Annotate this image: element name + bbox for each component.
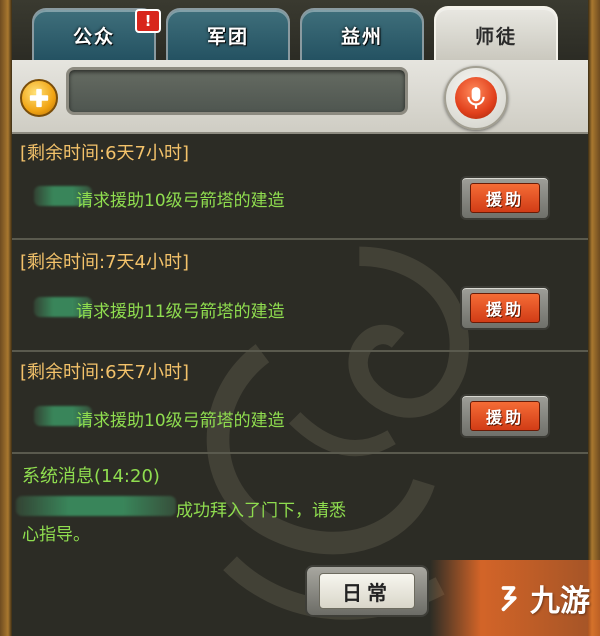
daily-button-label: 日常 <box>319 573 415 609</box>
tab-legion[interactable]: 军团 <box>166 8 290 60</box>
chat-input[interactable] <box>66 67 408 115</box>
system-message-text: 成功拜入了门下，请悉 <box>176 501 346 521</box>
watermark-logo: 九游 <box>430 560 600 636</box>
request-text: 请求援助10级弓箭塔的建造 <box>76 191 285 211</box>
add-button[interactable] <box>20 79 58 117</box>
request-text: 请求援助10级弓箭塔的建造 <box>76 411 285 431</box>
request-text: 请求援助11级弓箭塔的建造 <box>76 302 285 322</box>
help-button[interactable]: 援助 <box>460 394 550 438</box>
help-button-label: 援助 <box>470 183 540 213</box>
remaining-time: [剩余时间:6天7小时] <box>20 362 190 383</box>
remaining-time: [剩余时间:7天4小时] <box>20 252 190 273</box>
remaining-time: [剩余时间:6天7小时] <box>20 143 190 164</box>
microphone-icon <box>455 77 497 119</box>
help-button[interactable]: 援助 <box>460 176 550 220</box>
tab-yizhou[interactable]: 益州 <box>300 8 424 60</box>
list-item: [剩余时间:6天7小时] 请求援助10级弓箭塔的建造 援助 <box>12 134 588 240</box>
tab-mentor[interactable]: 师徒 <box>434 6 558 62</box>
system-message: 系统消息(14:20) 成功拜入了门下，请悉 心指导。 <box>12 454 588 554</box>
list-item: [剩余时间:7天4小时] 请求援助11级弓箭塔的建造 援助 <box>12 240 588 352</box>
daily-button[interactable]: 日常 <box>305 565 429 617</box>
help-button-label: 援助 <box>470 293 540 323</box>
watermark-text: 九游 <box>530 584 590 619</box>
help-button[interactable]: 援助 <box>460 286 550 330</box>
system-message-text: 心指导。 <box>22 525 90 545</box>
help-button-label: 援助 <box>470 401 540 431</box>
plus-icon <box>29 88 49 108</box>
system-message-title: 系统消息(14:20) <box>22 466 160 487</box>
redacted-name <box>16 496 176 516</box>
alert-badge-icon: ! <box>135 9 161 33</box>
nine-game-logo-icon <box>501 586 517 612</box>
list-item: [剩余时间:6天7小时] 请求援助10级弓箭塔的建造 援助 <box>12 352 588 454</box>
voice-button[interactable] <box>444 66 508 130</box>
